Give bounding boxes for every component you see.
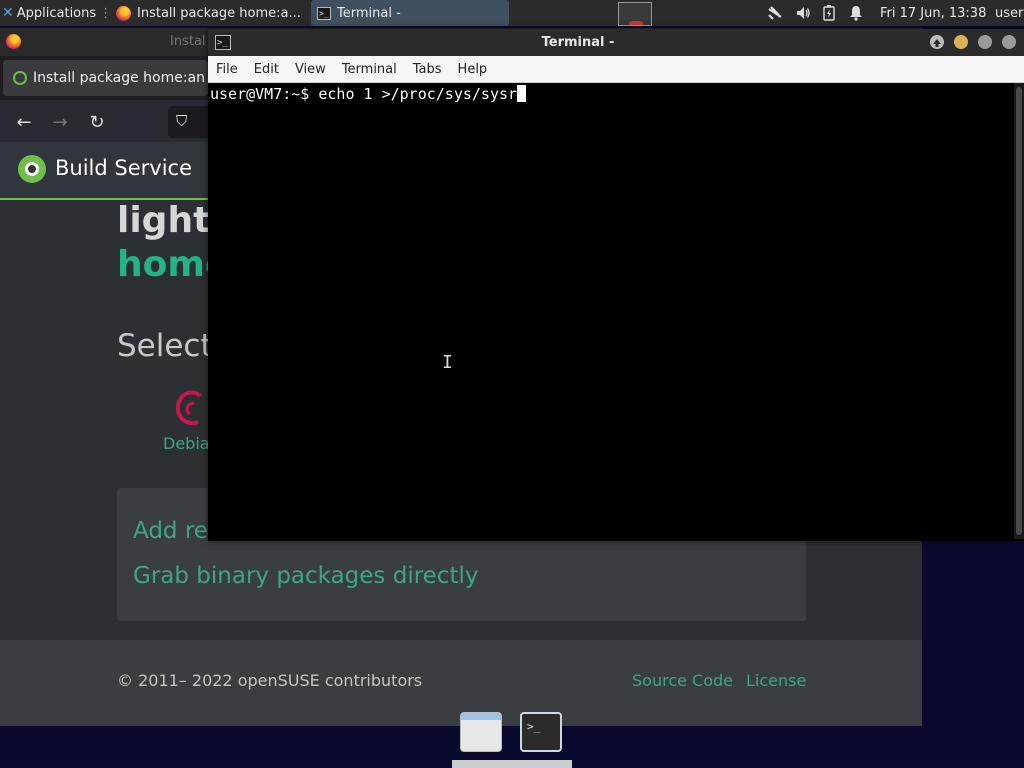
terminal-screen[interactable]: user@VM7:~$ echo 1 >/proc/sys/sysr <box>208 83 1014 539</box>
dock-tooltip <box>452 760 572 768</box>
typed-command: echo 1 >/proc/sys/sysr <box>318 85 518 103</box>
file-manager-icon[interactable] <box>460 712 502 752</box>
grab-binary-packages-link[interactable]: Grab binary packages directly <box>133 563 478 589</box>
workspace-switcher[interactable] <box>618 0 654 26</box>
browser-title: Instal <box>170 34 206 49</box>
text-cursor <box>517 85 527 102</box>
firefox-icon <box>116 5 131 21</box>
maximize-button[interactable] <box>978 35 992 49</box>
terminal-window: >_ Terminal - File Edit View Terminal Ta… <box>208 29 1024 541</box>
debian-swirl-icon[interactable] <box>172 386 212 430</box>
shield-icon: ⛉ <box>176 112 188 130</box>
taskbar-item-terminal[interactable]: >_ Terminal - <box>311 0 509 26</box>
applications-label: Applications <box>16 5 97 21</box>
back-arrow-icon[interactable]: ← <box>10 108 38 136</box>
battery-icon[interactable] <box>823 0 841 26</box>
terminal-title: Terminal - <box>541 35 615 50</box>
terminal-scrollbar[interactable] <box>1014 83 1024 539</box>
terminal-dock-icon[interactable]: >_ <box>520 712 562 752</box>
workspace-thumbnail <box>618 2 652 26</box>
keep-above-icon[interactable] <box>930 35 944 49</box>
scrollbar-thumb[interactable] <box>1016 87 1022 535</box>
user-menu[interactable]: user <box>995 0 1024 26</box>
reload-icon[interactable]: ↻ <box>83 108 111 136</box>
source-code-link[interactable]: Source Code <box>632 671 733 690</box>
minimize-button[interactable] <box>954 35 968 49</box>
browser-tab-label: Install package home:an <box>33 70 206 86</box>
menu-terminal[interactable]: Terminal <box>334 62 405 77</box>
firefox-icon <box>6 34 21 49</box>
menu-view[interactable]: View <box>287 62 334 77</box>
network-icon[interactable] <box>767 0 787 26</box>
copyright-text: © 2011– 2022 openSUSE contributors <box>117 671 423 690</box>
applications-menu[interactable]: ✕ Applications ⋮ <box>2 0 110 26</box>
close-button[interactable] <box>1002 35 1016 49</box>
opensuse-logo-icon <box>18 155 46 183</box>
shell-prompt: user@VM7:~$ <box>210 85 319 103</box>
obs-favicon <box>13 71 27 85</box>
browser-tab[interactable]: Install package home:an <box>3 60 208 96</box>
terminal-menubar: File Edit View Terminal Tabs Help <box>208 56 1024 83</box>
select-distribution-text: Select <box>117 328 213 364</box>
taskbar-item-browser[interactable]: Install package home:a... <box>110 0 308 26</box>
terminal-titlebar[interactable]: >_ Terminal - <box>208 29 1024 56</box>
terminal-icon: >_ <box>317 6 331 20</box>
menu-tabs[interactable]: Tabs <box>405 62 450 77</box>
license-link[interactable]: License <box>746 671 806 690</box>
ibeam-cursor-icon: I <box>442 352 453 373</box>
dock: >_ <box>452 708 572 768</box>
menu-edit[interactable]: Edit <box>246 62 287 77</box>
forward-arrow-icon[interactable]: → <box>46 108 74 136</box>
taskbar-item-label: Install package home:a... <box>137 5 301 21</box>
package-heading: light <box>117 200 211 241</box>
separator-icon: ⋮ <box>99 5 110 21</box>
menu-help[interactable]: Help <box>450 62 496 77</box>
taskbar-item-label: Terminal - <box>337 5 401 21</box>
notification-bell-icon[interactable] <box>849 0 867 26</box>
top-panel: ✕ Applications ⋮ Install package home:a.… <box>0 0 1024 26</box>
clock[interactable]: Fri 17 Jun, 13:38 <box>880 0 990 26</box>
debian-label[interactable]: Debia <box>163 434 210 453</box>
applications-icon: ✕ <box>2 5 14 21</box>
menu-file[interactable]: File <box>208 62 246 77</box>
volume-icon[interactable] <box>795 0 815 26</box>
add-repository-link[interactable]: Add re <box>133 518 208 544</box>
obs-site-title[interactable]: Build Service <box>55 156 192 180</box>
terminal-command-line: user@VM7:~$ echo 1 >/proc/sys/sysr <box>210 85 527 103</box>
